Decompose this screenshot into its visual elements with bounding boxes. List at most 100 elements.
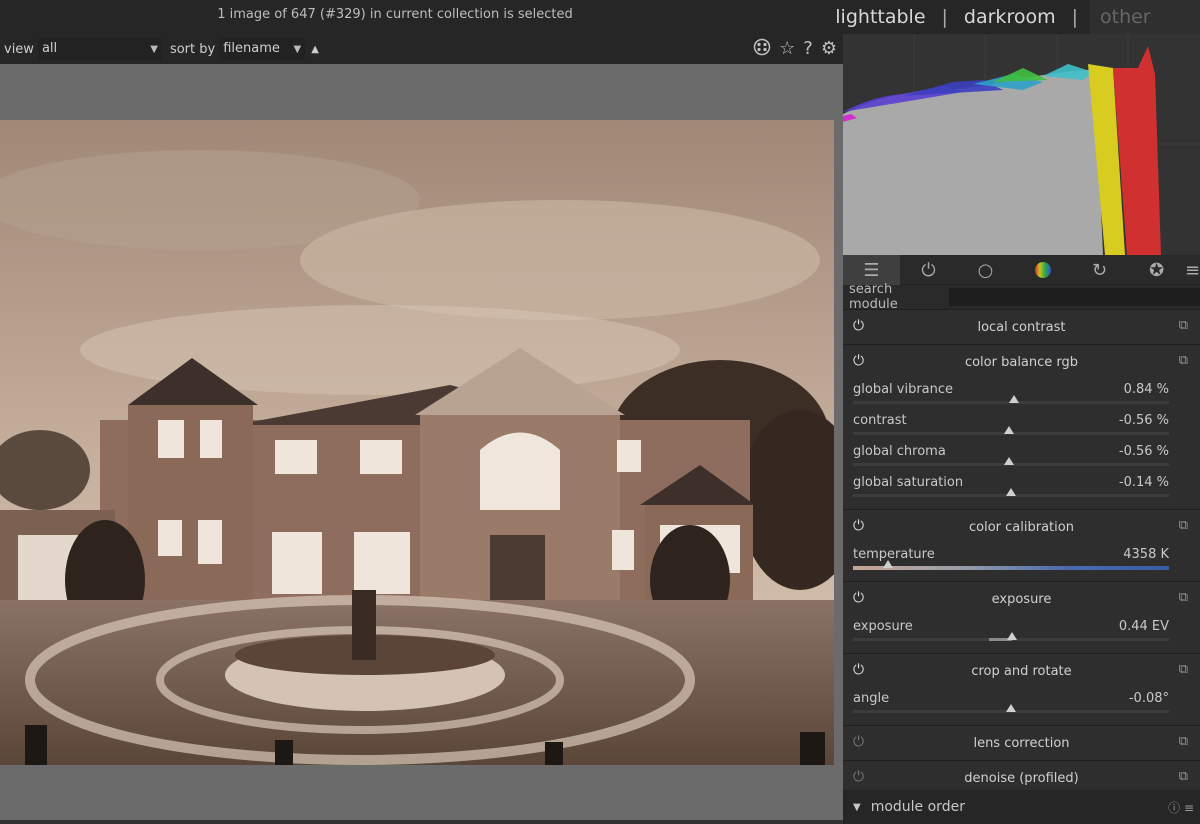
help-icon[interactable]: ? <box>803 38 813 61</box>
module-header[interactable]: ⏻ color balance rgb ⧉ <box>843 345 1200 379</box>
menu-icon[interactable]: ≡ <box>1185 255 1200 285</box>
star-icon[interactable]: ☆ <box>779 38 795 61</box>
module-title: lens correction <box>973 735 1070 751</box>
sort-combo[interactable]: filename ▼ <box>219 38 306 60</box>
sort-value: filename <box>223 41 280 56</box>
triangle-down-icon: ▼ <box>853 801 861 813</box>
toolbar-icons: ☆ ? ⚙ <box>753 38 837 61</box>
external-link-icon[interactable]: ⧉ <box>1179 353 1188 368</box>
module-header[interactable]: ⏻ color calibration ⧉ <box>843 510 1200 544</box>
external-link-icon[interactable]: ⧉ <box>1179 662 1188 677</box>
external-link-icon[interactable]: ⧉ <box>1179 734 1188 749</box>
slider-label: global saturation <box>853 475 964 490</box>
slider-value[interactable]: 0.44 EV <box>1119 619 1169 634</box>
slider-global-chroma[interactable]: global chroma -0.56 % <box>843 441 1200 472</box>
info-icon[interactable]: ⓘ ≡ <box>1168 799 1194 816</box>
selection-status: 1 image of 647 (#329) in current collect… <box>217 7 573 22</box>
view-filter-combo[interactable]: all ▼ <box>37 38 162 60</box>
slider-track[interactable] <box>853 566 1169 570</box>
power-icon[interactable]: ⏻ <box>853 734 864 750</box>
module-lens-correction[interactable]: ⏻ lens correction ⧉ <box>843 725 1200 760</box>
slider-value[interactable]: -0.14 % <box>1119 475 1169 490</box>
image-canvas[interactable] <box>0 64 843 824</box>
circle-icon[interactable]: ○ <box>957 255 1014 285</box>
slider-value[interactable]: 0.84 % <box>1124 382 1169 397</box>
slider-exposure[interactable]: exposure 0.44 EV <box>843 616 1200 647</box>
search-row: search module <box>843 282 1200 312</box>
photo-image <box>0 120 834 765</box>
external-link-icon[interactable]: ⧉ <box>1179 518 1188 533</box>
power-icon[interactable]: ⏻ <box>853 769 864 785</box>
module-order-section[interactable]: ▼ module order ⓘ ≡ <box>843 790 1200 824</box>
view-filter-label: view <box>4 41 34 57</box>
color-wheel-icon[interactable] <box>1014 255 1071 285</box>
slider-value[interactable]: -0.08° <box>1129 691 1169 706</box>
sliders-icon[interactable]: ☰ <box>843 255 900 285</box>
top-bar: 1 image of 647 (#329) in current collect… <box>0 0 1200 34</box>
view-darkroom[interactable]: darkroom <box>960 6 1060 28</box>
slider-value[interactable]: 4358 K <box>1123 547 1169 562</box>
view-separator: | <box>1071 6 1078 28</box>
slider-thumb[interactable] <box>1006 632 1017 640</box>
module-header[interactable]: ⏻ local contrast ⧉ <box>843 310 1200 344</box>
module-crop-and-rotate[interactable]: ⏻ crop and rotate ⧉ angle -0.08° <box>843 653 1200 725</box>
slider-value[interactable]: -0.56 % <box>1119 444 1169 459</box>
view-switcher: lighttable | darkroom | other <box>831 0 1200 34</box>
power-icon[interactable]: ⏻ <box>900 255 957 285</box>
power-icon[interactable]: ⏻ <box>853 518 864 534</box>
view-lighttable[interactable]: lighttable <box>831 6 929 28</box>
power-icon[interactable]: ⏻ <box>853 353 864 369</box>
slider-thumb[interactable] <box>1009 395 1020 403</box>
view-separator: | <box>941 6 948 28</box>
external-link-icon[interactable]: ⧉ <box>1179 590 1188 605</box>
slider-global-vibrance[interactable]: global vibrance 0.84 % <box>843 379 1200 410</box>
slider-global-saturation[interactable]: global saturation -0.14 % <box>843 472 1200 503</box>
slider-thumb[interactable] <box>1004 426 1015 434</box>
module-local-contrast[interactable]: ⏻ local contrast ⧉ <box>843 309 1200 344</box>
histogram[interactable] <box>843 34 1200 255</box>
module-color-balance-rgb[interactable]: ⏻ color balance rgb ⧉ global vibrance 0.84 %… <box>843 344 1200 509</box>
sort-direction-icon[interactable]: ▲ <box>311 44 319 55</box>
slider-value[interactable]: -0.56 % <box>1119 413 1169 428</box>
view-other[interactable]: other <box>1090 0 1200 34</box>
histogram-graph <box>843 34 1200 255</box>
slider-thumb[interactable] <box>1005 488 1016 496</box>
module-order-label: module order <box>870 799 965 815</box>
filter-bar: view all ▼ sort by filename ▼ ▲ ☆ ? ⚙ <box>0 34 843 64</box>
slider-thumb[interactable] <box>882 560 893 568</box>
slider-angle[interactable]: angle -0.08° <box>843 688 1200 719</box>
power-icon[interactable]: ⏻ <box>853 318 864 334</box>
module-title: color calibration <box>969 519 1074 535</box>
slider-label: angle <box>853 691 890 706</box>
slider-label: contrast <box>853 413 907 428</box>
search-module-input[interactable] <box>948 288 1200 306</box>
edited-photo[interactable] <box>0 120 834 765</box>
slider-thumb[interactable] <box>1004 457 1015 465</box>
module-header[interactable]: ⏻ exposure ⧉ <box>843 582 1200 616</box>
slider-label: exposure <box>853 619 913 634</box>
gear-icon[interactable]: ⚙ <box>821 38 837 61</box>
module-color-calibration[interactable]: ⏻ color calibration ⧉ temperature 4358 K <box>843 509 1200 581</box>
view-filter-value: all <box>41 41 58 56</box>
slider-contrast[interactable]: contrast -0.56 % <box>843 410 1200 441</box>
module-title: crop and rotate <box>971 663 1072 679</box>
right-panel: ☰ ⏻ ○ ↻ ✪ ≡ search module ⏻ local contras… <box>843 34 1200 824</box>
filmstrip-bar <box>0 820 843 824</box>
refresh-icon[interactable]: ↻ <box>1071 255 1128 285</box>
slider-thumb[interactable] <box>1005 704 1016 712</box>
module-exposure[interactable]: ⏻ exposure ⧉ exposure 0.44 EV <box>843 581 1200 653</box>
chevron-down-icon: ▼ <box>150 44 158 55</box>
slider-temperature[interactable]: temperature 4358 K <box>843 544 1200 575</box>
slider-label: temperature <box>853 547 935 562</box>
search-label: search module <box>849 282 898 312</box>
module-header[interactable]: ⏻ lens correction ⧉ <box>843 726 1200 760</box>
lens-icon[interactable]: ✪ <box>1128 255 1185 285</box>
presets-icon[interactable] <box>753 38 771 61</box>
power-icon[interactable]: ⏻ <box>853 662 864 678</box>
power-icon[interactable]: ⏻ <box>853 590 864 606</box>
external-link-icon[interactable]: ⧉ <box>1179 318 1188 333</box>
external-link-icon[interactable]: ⧉ <box>1179 769 1188 784</box>
module-header[interactable]: ⏻ crop and rotate ⧉ <box>843 654 1200 688</box>
module-group-tabs: ☰ ⏻ ○ ↻ ✪ ≡ <box>843 255 1200 285</box>
module-title: local contrast <box>977 319 1066 335</box>
